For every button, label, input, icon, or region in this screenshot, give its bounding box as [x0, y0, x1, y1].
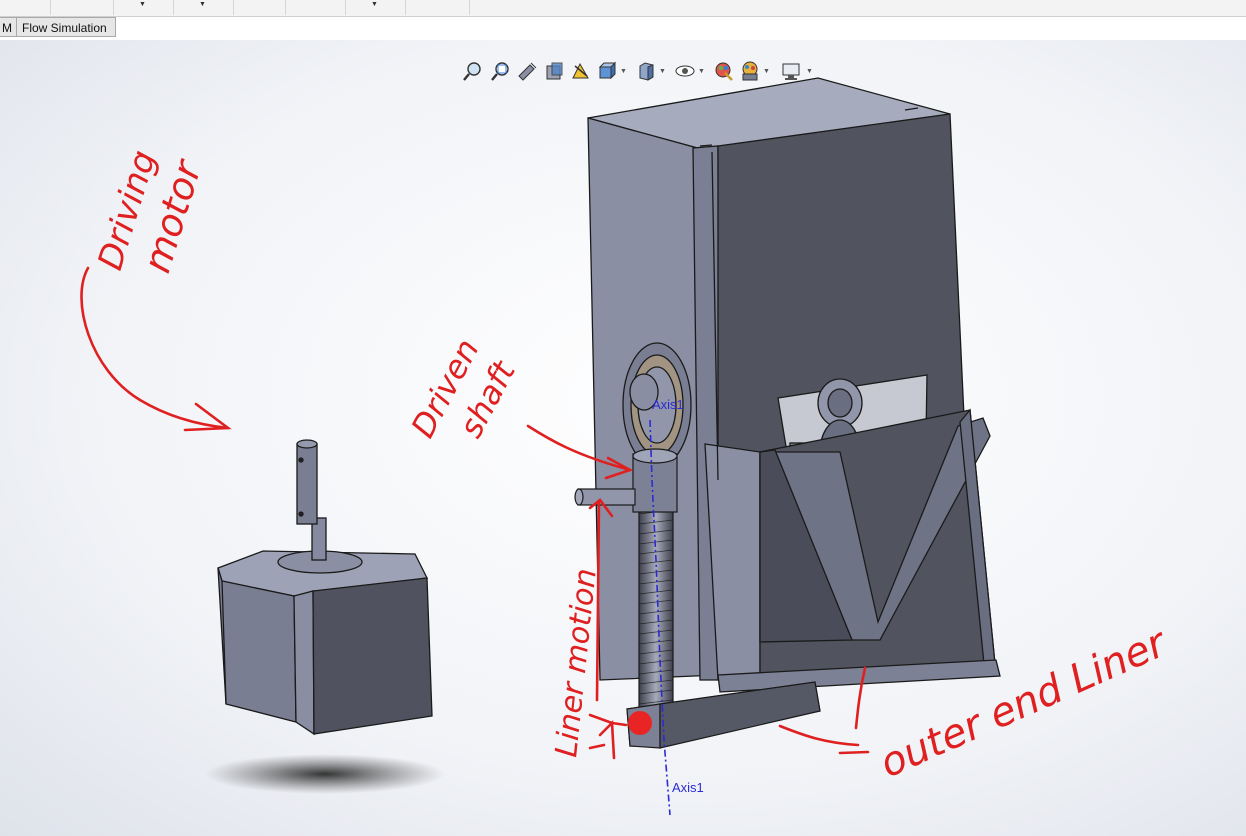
tab-flow-simulation[interactable]: Flow Simulation — [16, 17, 116, 37]
caret-down-icon: ▼ — [371, 1, 378, 8]
annotation-outer-end-liner: outer end Liner — [873, 619, 1175, 787]
caret-down-icon: ▼ — [199, 1, 206, 8]
command-manager-cell[interactable] — [285, 0, 346, 15]
command-manager-strip: ▼ ▼ ▼ — [0, 0, 1246, 17]
command-manager-dropdown[interactable]: ▼ — [345, 0, 406, 15]
graphics-area[interactable]: ▼ ▼ ▼ ▼ ▼ Axis1 Axis1 Driving motor Driv… — [0, 40, 1246, 836]
annotation-text-layer: Driving motor Driven shaft Liner motion … — [90, 146, 1175, 787]
command-manager-cell[interactable] — [405, 0, 470, 15]
caret-down-icon: ▼ — [139, 1, 146, 8]
tab-partial[interactable]: M — [0, 17, 17, 37]
annotation-liner-motion: Liner motion — [549, 567, 604, 759]
command-manager-cell[interactable] — [0, 0, 51, 15]
command-manager-dropdown[interactable]: ▼ — [173, 0, 234, 15]
command-manager-cell[interactable] — [50, 0, 114, 15]
command-manager-cell[interactable] — [233, 0, 286, 15]
command-manager-dropdown[interactable]: ▼ — [113, 0, 174, 15]
